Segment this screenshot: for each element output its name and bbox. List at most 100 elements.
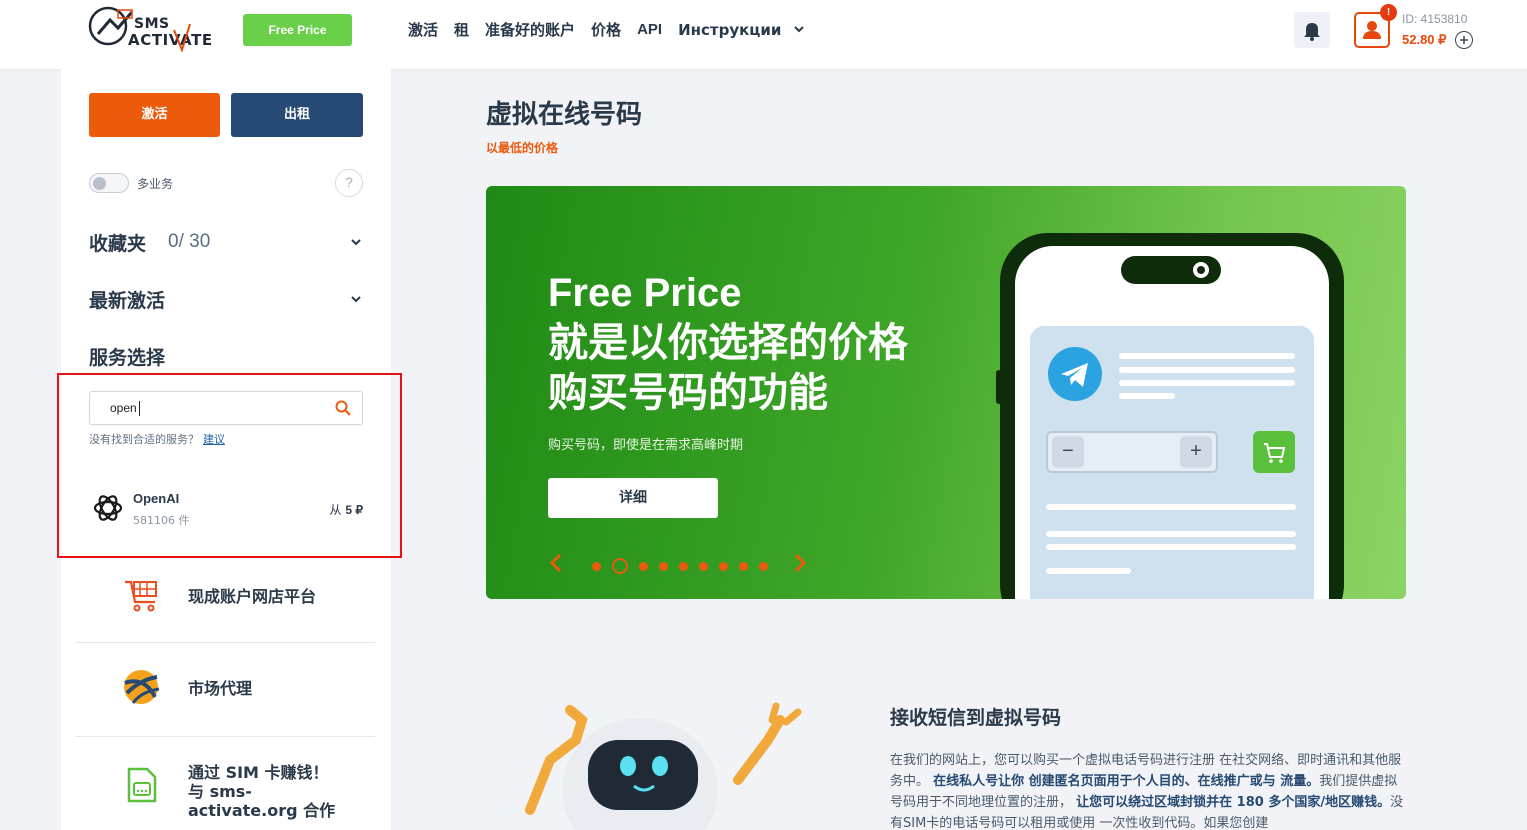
minus-icon: − xyxy=(1052,436,1084,468)
nav-prices[interactable]: 价格 xyxy=(591,19,621,41)
chevron-down-icon[interactable] xyxy=(793,23,805,35)
section-receive-sms-text: 在我们的网站上，您可以购买一个虚拟电话号码进行注册 在社交网络、即时通讯和其他服… xyxy=(890,750,1410,830)
quantity-stepper-illustration: − + xyxy=(1046,431,1218,473)
favorites-chevron-down-icon[interactable] xyxy=(349,235,363,249)
sidebar-link-sim-earn-line2: 与 sms- xyxy=(188,782,252,801)
chevron-left-icon[interactable] xyxy=(548,552,564,574)
search-icon[interactable] xyxy=(334,399,352,417)
logo-text-activate: ACTIVATE xyxy=(128,31,213,49)
service-item-openai[interactable]: OpenAI 581106 件 从 5 ₽ xyxy=(89,487,363,537)
add-balance-button[interactable] xyxy=(1455,31,1473,49)
banner-line-2: 就是以你选择的价格 xyxy=(548,320,908,366)
promo-banner: Free Price 就是以你选择的价格 购买号码的功能 购买号码，即使是在需求… xyxy=(486,186,1406,599)
nav-instructions[interactable]: Инструкции xyxy=(678,19,781,41)
banner-line-3: 购买号码的功能 xyxy=(548,370,828,416)
nav-api[interactable]: API xyxy=(637,19,662,41)
section-receive-sms-title: 接收短信到虚拟号码 xyxy=(890,707,1062,729)
sidebar-link-shop-label: 现成账户网店平台 xyxy=(188,587,317,606)
chevron-right-icon[interactable] xyxy=(792,552,808,574)
carousel-dot[interactable] xyxy=(739,561,748,571)
carousel-dot[interactable] xyxy=(719,561,728,571)
nav-activate[interactable]: 激活 xyxy=(408,19,438,41)
plus-icon: + xyxy=(1180,436,1212,468)
sidebar-link-sim-earn-line3: activate.org 合作 xyxy=(188,801,336,820)
help-icon[interactable]: ? xyxy=(335,169,363,197)
placeholder-bar xyxy=(1046,531,1296,537)
plus-icon xyxy=(1459,35,1468,44)
toggle-knob xyxy=(93,176,106,190)
nav-rent[interactable]: 租 xyxy=(454,19,469,41)
carousel-dot[interactable] xyxy=(759,561,768,571)
shop-cart-icon xyxy=(125,580,157,612)
no-service-text: 没有找到合适的服务？ xyxy=(89,433,199,446)
carousel-dot[interactable] xyxy=(699,561,708,571)
multi-service-label: 多业务 xyxy=(137,177,174,191)
top-header: SMS ACTIVATE Free Price 激活 租 准备好的账户 价格 A… xyxy=(0,0,1527,69)
balance-amount: 52.80 ₽ xyxy=(1402,32,1447,47)
placeholder-bar xyxy=(1046,544,1296,550)
recent-chevron-down-icon[interactable] xyxy=(349,292,363,306)
service-count: 581106 件 xyxy=(133,514,190,527)
placeholder-bar xyxy=(1119,353,1295,359)
sidebar-link-market-agent-label: 市场代理 xyxy=(188,679,253,698)
no-service-hint: 没有找到合适的服务？ 建议 xyxy=(89,431,225,447)
logo-text-sms: SMS xyxy=(134,16,170,32)
placeholder-bar xyxy=(1046,504,1296,510)
text-caret xyxy=(139,401,140,416)
suggest-link[interactable]: 建议 xyxy=(203,433,225,446)
user-id: ID: 4153810 xyxy=(1402,12,1468,26)
phone-notch xyxy=(1121,256,1221,284)
carousel-dot[interactable] xyxy=(679,561,688,571)
banner-description: 购买号码，即使是在需求高峰时期 xyxy=(548,438,744,453)
sidebar-link-sim-earn-line1: 通过 SIM 卡赚钱！ xyxy=(188,763,329,782)
cart-icon xyxy=(1253,431,1295,473)
carousel-dot-active[interactable] xyxy=(612,558,628,574)
sidebar-divider xyxy=(75,642,375,643)
placeholder-bar xyxy=(1046,568,1131,574)
telegram-icon xyxy=(1048,347,1102,401)
search-value: open xyxy=(110,401,137,415)
openai-logo-icon xyxy=(93,495,123,521)
phone-camera xyxy=(1193,262,1209,278)
page-title: 虚拟在线号码 xyxy=(486,100,643,130)
notifications-button[interactable] xyxy=(1294,12,1330,48)
notification-badge: ! xyxy=(1380,4,1397,21)
placeholder-bar xyxy=(1119,380,1295,386)
nav-ready-accounts[interactable]: 准备好的账户 xyxy=(485,19,575,41)
robot-illustration xyxy=(525,702,802,830)
free-price-button[interactable]: Free Price xyxy=(243,14,352,46)
service-name: OpenAI xyxy=(133,491,180,506)
multi-service-toggle[interactable] xyxy=(89,173,129,193)
sidebar: 激活 出租 多业务 ? 收藏夹 0/ 30 最新激活 服务选择 open 没有找… xyxy=(57,69,402,830)
carousel-dot[interactable] xyxy=(659,561,668,571)
globe-icon xyxy=(124,670,160,704)
carousel-dot[interactable] xyxy=(639,561,648,571)
banner-details-button[interactable]: 详细 xyxy=(548,478,718,518)
sidebar-link-sim-earn[interactable]: 通过 SIM 卡赚钱！ 与 sms- activate.org 合作 xyxy=(75,745,375,830)
favorites-title[interactable]: 收藏夹 xyxy=(89,229,146,256)
banner-title: Free Price xyxy=(548,271,742,315)
sms-activate-logo[interactable]: SMS ACTIVATE xyxy=(88,4,220,56)
price-prefix: 从 xyxy=(329,503,342,517)
favorites-count: 0/ 30 xyxy=(168,231,211,252)
placeholder-bar xyxy=(1119,367,1295,373)
text-part-bold: 让您可以绕过区域封锁并在 180 多个国家/地区赚钱。 xyxy=(1076,795,1391,810)
text-part-bold: 在线私人号让你 创建匿名页面用于个人目的、在线推广或与 流量。 xyxy=(933,774,1320,789)
sidebar-link-shop[interactable]: 现成账户网店平台 xyxy=(75,558,375,650)
price-value: 5 ₽ xyxy=(345,503,363,517)
bell-icon xyxy=(1304,23,1320,41)
placeholder-bar xyxy=(1119,393,1175,399)
page-subtitle: 以最低的价格 xyxy=(486,141,559,155)
recent-activations-title[interactable]: 最新激活 xyxy=(89,286,165,313)
rent-button[interactable]: 出租 xyxy=(231,93,363,137)
carousel-dot[interactable] xyxy=(592,561,601,571)
main-nav: 激活 租 准备好的账户 价格 API Инструкции xyxy=(408,19,805,41)
sidebar-divider xyxy=(75,736,375,737)
sim-card-icon xyxy=(127,767,157,803)
service-search-input[interactable]: open xyxy=(89,391,363,425)
phone-side-button xyxy=(996,370,1002,404)
sidebar-link-market-agent[interactable]: 市场代理 xyxy=(75,650,375,742)
service-price: 从 5 ₽ xyxy=(330,501,364,518)
activate-button[interactable]: 激活 xyxy=(89,93,220,137)
service-select-title: 服务选择 xyxy=(89,347,166,369)
